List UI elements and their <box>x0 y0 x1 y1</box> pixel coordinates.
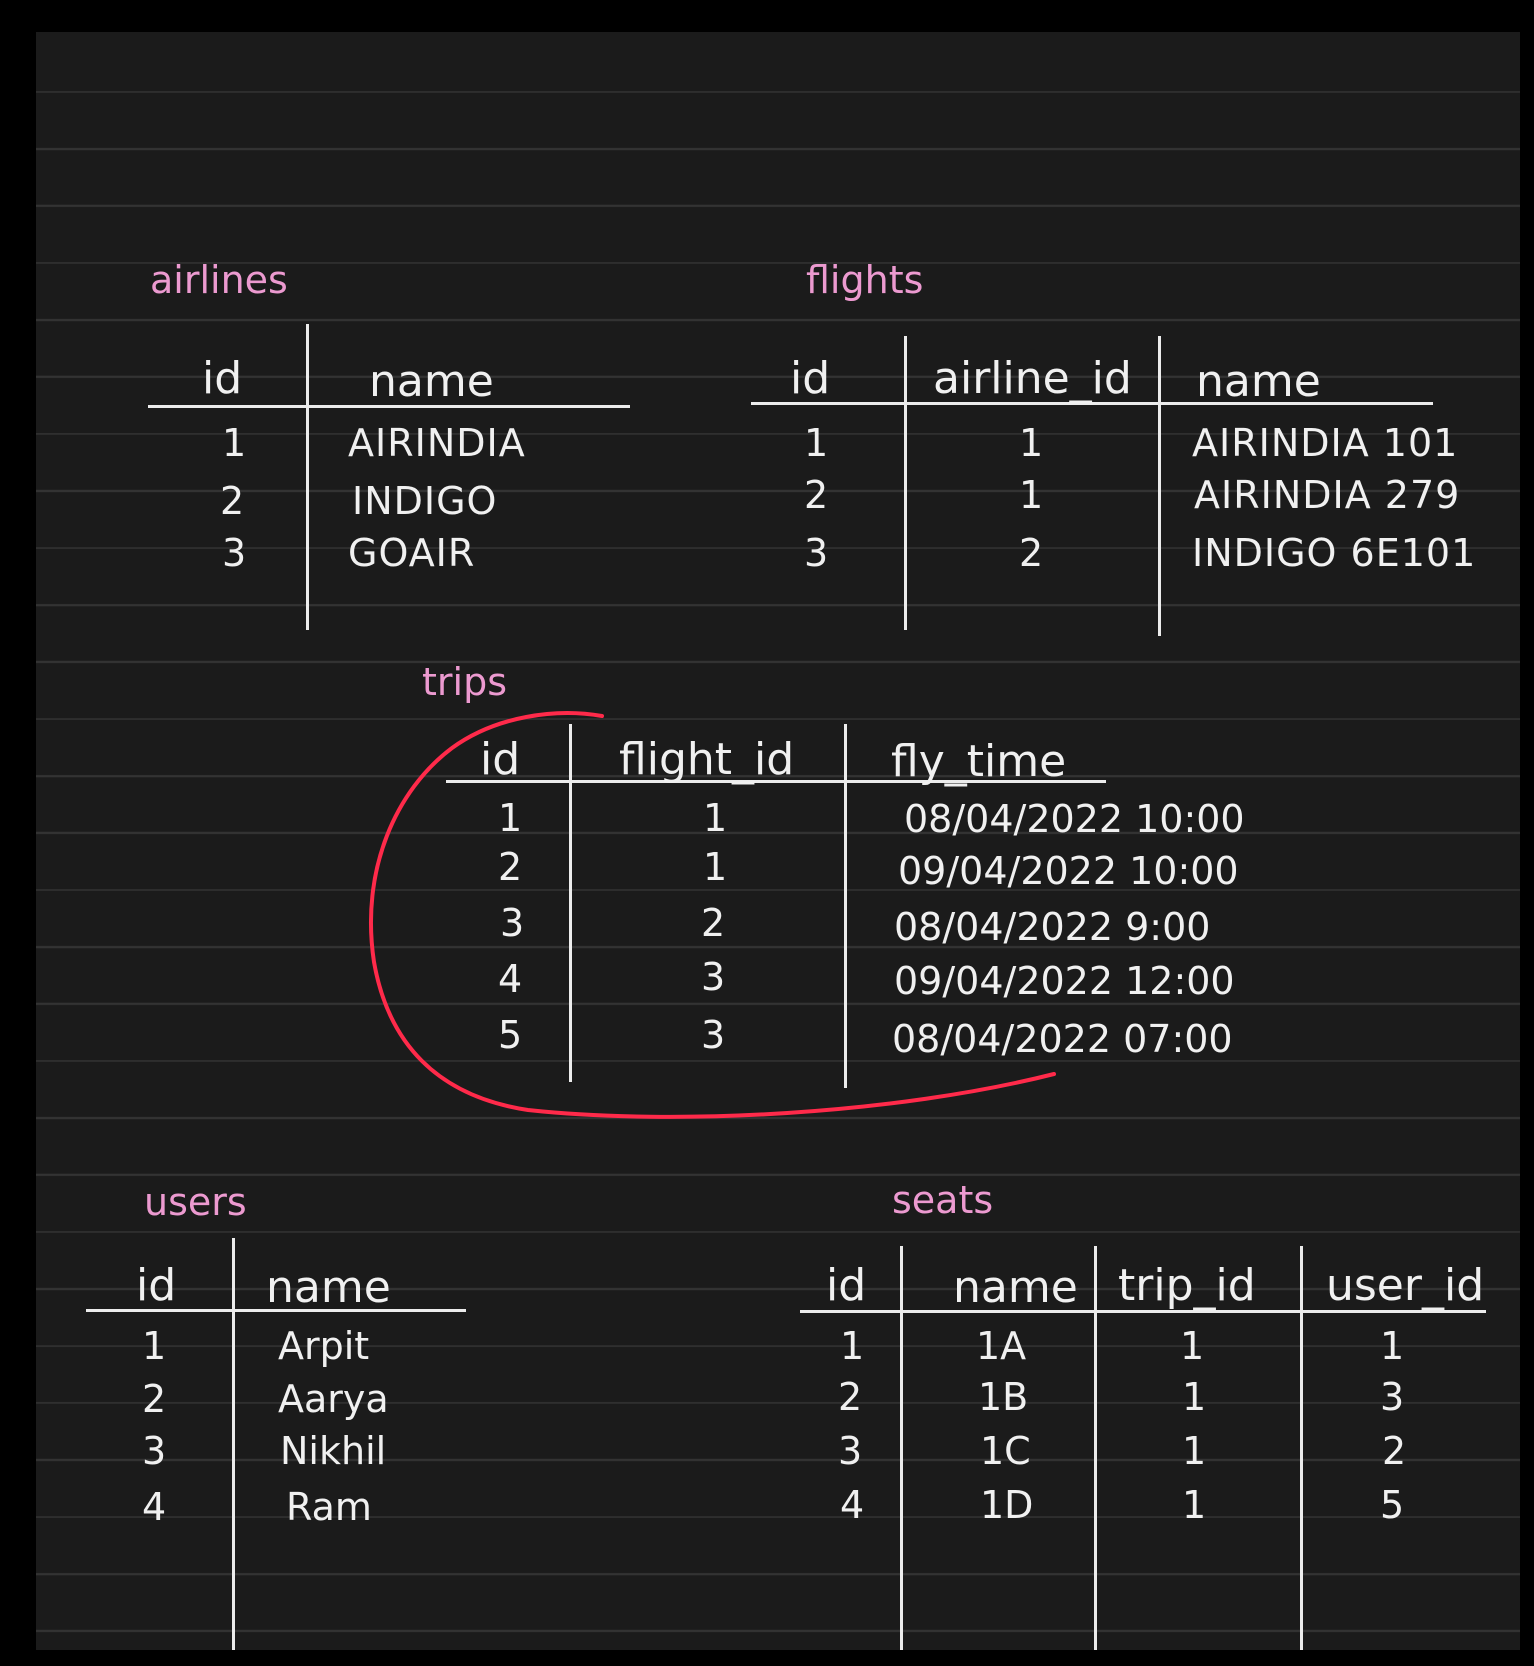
seats-header-user-id: user_id <box>1326 1260 1485 1311</box>
seats-row-4-trip-id: 1 <box>1182 1483 1207 1527</box>
seats-row-1-id: 1 <box>840 1324 865 1368</box>
seats-header-trip-id: trip_id <box>1118 1260 1256 1311</box>
users-header-name: name <box>266 1262 391 1313</box>
users-header-id: id <box>136 1260 177 1311</box>
users-row-3-id: 3 <box>142 1429 167 1473</box>
seats-row-1-name: 1A <box>976 1324 1027 1368</box>
seats-row-3-name: 1C <box>980 1429 1031 1473</box>
seats-row-4-id: 4 <box>840 1483 865 1527</box>
seats-row-2-user-id: 3 <box>1380 1375 1405 1419</box>
seats-row-3-trip-id: 1 <box>1182 1429 1207 1473</box>
users-title: users <box>144 1180 247 1224</box>
seats-column-rule-3 <box>1300 1246 1303 1650</box>
seats-row-1-trip-id: 1 <box>1180 1324 1205 1368</box>
notebook-page: airlines id name 1 AIRINDIA 2 INDIGO 3 G… <box>36 32 1520 1650</box>
users-row-4-name: Ram <box>286 1485 372 1529</box>
users-row-4-id: 4 <box>142 1485 167 1529</box>
users-row-1-id: 1 <box>142 1324 167 1368</box>
seats-column-rule-2 <box>1094 1246 1097 1650</box>
users-row-1-name: Arpit <box>278 1324 370 1368</box>
users-row-3-name: Nikhil <box>280 1429 387 1473</box>
seats-row-4-name: 1D <box>980 1483 1034 1527</box>
users-column-rule <box>232 1238 235 1650</box>
users-row-2-id: 2 <box>142 1377 167 1421</box>
seats-row-3-id: 3 <box>838 1429 863 1473</box>
users-row-2-name: Aarya <box>278 1377 389 1421</box>
seats-header-id: id <box>826 1260 867 1311</box>
seats-row-3-user-id: 2 <box>1382 1429 1407 1473</box>
seats-header-name: name <box>953 1262 1078 1313</box>
seats-row-1-user-id: 1 <box>1380 1324 1405 1368</box>
seats-row-4-user-id: 5 <box>1380 1483 1405 1527</box>
seats-title: seats <box>892 1178 994 1222</box>
seats-column-rule-1 <box>900 1246 903 1650</box>
seats-row-2-id: 2 <box>838 1375 863 1419</box>
seats-row-2-name: 1B <box>978 1375 1029 1419</box>
seats-row-2-trip-id: 1 <box>1182 1375 1207 1419</box>
trips-highlight-curve <box>369 711 1056 1119</box>
